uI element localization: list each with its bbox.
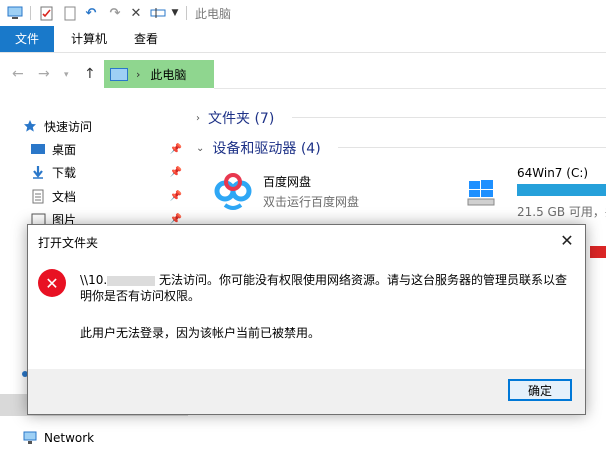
address-bar[interactable]: › 此电脑 xyxy=(104,60,214,88)
computer-icon xyxy=(110,67,128,81)
error-detail: 此用户无法登录，因为该帐户当前已被禁用。 xyxy=(80,326,321,340)
ribbon-tabs: 文件 计算机 查看 xyxy=(0,26,606,53)
drive-c-name[interactable]: 64Win7 (C:) xyxy=(517,166,588,180)
undo-icon[interactable]: ↶ xyxy=(83,5,99,21)
breadcrumb-this-pc[interactable]: 此电脑 xyxy=(150,66,186,83)
chevron-down-icon: ⌄ xyxy=(196,142,205,154)
navigation-bar: ← → ▾ ↑ › 此电脑 xyxy=(0,60,606,90)
properties-icon[interactable] xyxy=(38,5,54,21)
recent-locations-chevron-down-icon[interactable]: ▾ xyxy=(64,70,69,80)
chevron-right-icon: › xyxy=(196,112,200,124)
breadcrumb-chevron-icon[interactable]: › xyxy=(136,68,140,81)
sidebar-item-label: 桌面 xyxy=(52,142,77,157)
open-folder-error-dialog: 打开文件夹 ✕ ✕ \\10. 无法访问。你可能没有权限使用网络资源。请与这台服… xyxy=(27,224,586,415)
tab-computer[interactable]: 计算机 xyxy=(67,26,111,52)
group-header-folders[interactable]: › 文件夹 (7) xyxy=(196,108,274,128)
group-divider xyxy=(292,117,606,118)
redo-icon[interactable]: ↷ xyxy=(107,5,123,21)
desktop-icon xyxy=(30,142,46,156)
pin-icon[interactable]: 📌 xyxy=(170,167,182,178)
new-folder-icon[interactable] xyxy=(62,5,78,21)
drive-c-capacity-bar xyxy=(517,184,606,196)
sidebar-item-label: 快速访问 xyxy=(44,119,93,134)
error-icon: ✕ xyxy=(38,269,66,297)
download-arrow-icon xyxy=(30,165,46,179)
pin-icon[interactable]: 📌 xyxy=(170,214,182,225)
drive-c-free-space: 21.5 GB 可用，共 xyxy=(517,205,606,219)
close-icon[interactable]: ✕ xyxy=(549,225,585,255)
error-message: \\10. 无法访问。你可能没有权限使用网络资源。请与这台服务器的管理员联系以查… xyxy=(80,273,568,303)
pin-icon[interactable]: 📌 xyxy=(170,191,182,202)
sidebar-item-network[interactable]: Network xyxy=(22,427,210,449)
delete-icon[interactable]: ✕ xyxy=(128,5,144,21)
drive-capacity-bar-full xyxy=(590,246,606,258)
address-bar-empty-area[interactable] xyxy=(214,60,606,89)
ok-button[interactable]: 确定 xyxy=(508,379,572,401)
sidebar-item-label: 文档 xyxy=(52,189,77,204)
dialog-title: 打开文件夹 xyxy=(38,236,99,250)
toolbar-divider xyxy=(30,6,31,20)
sidebar-item-downloads[interactable]: 下载 📌 xyxy=(30,161,188,183)
sidebar-item-quick-access[interactable]: 快速访问 xyxy=(22,115,210,137)
group-divider xyxy=(338,147,606,148)
sidebar-item-label: Network xyxy=(44,431,95,445)
up-arrow-icon[interactable]: ↑ xyxy=(84,66,96,82)
sidebar-item-documents[interactable]: 文档 📌 xyxy=(30,185,188,207)
customize-toolbar-chevron-down-icon[interactable]: ▼ xyxy=(170,5,180,21)
toolbar-divider xyxy=(186,6,187,20)
baidu-netdisk-icon xyxy=(210,167,256,213)
star-icon xyxy=(22,119,38,133)
tab-view[interactable]: 查看 xyxy=(128,26,164,52)
computer-icon[interactable] xyxy=(6,5,24,21)
dialog-footer: 确定 xyxy=(28,369,585,414)
pin-icon[interactable]: 📌 xyxy=(170,144,182,155)
baidu-netdisk-name[interactable]: 百度网盘 xyxy=(263,173,311,190)
windows-drive-icon xyxy=(466,178,496,208)
quick-access-toolbar: ↶ ↷ ✕ ▼ 此电脑 xyxy=(0,0,606,26)
document-icon xyxy=(30,189,46,203)
rename-icon[interactable] xyxy=(149,5,167,21)
sidebar-item-label: 下载 xyxy=(52,165,77,180)
forward-arrow-icon[interactable]: → xyxy=(38,66,50,82)
back-arrow-icon[interactable]: ← xyxy=(12,66,24,82)
baidu-netdisk-subtitle: 双击运行百度网盘 xyxy=(263,195,360,209)
window-title: 此电脑 xyxy=(195,7,232,21)
redacted-address xyxy=(107,275,156,286)
network-icon xyxy=(22,431,38,445)
group-header-devices[interactable]: ⌄ 设备和驱动器 (4) xyxy=(196,138,321,158)
sidebar-item-desktop[interactable]: 桌面 📌 xyxy=(30,138,188,160)
tab-file[interactable]: 文件 xyxy=(0,26,54,52)
